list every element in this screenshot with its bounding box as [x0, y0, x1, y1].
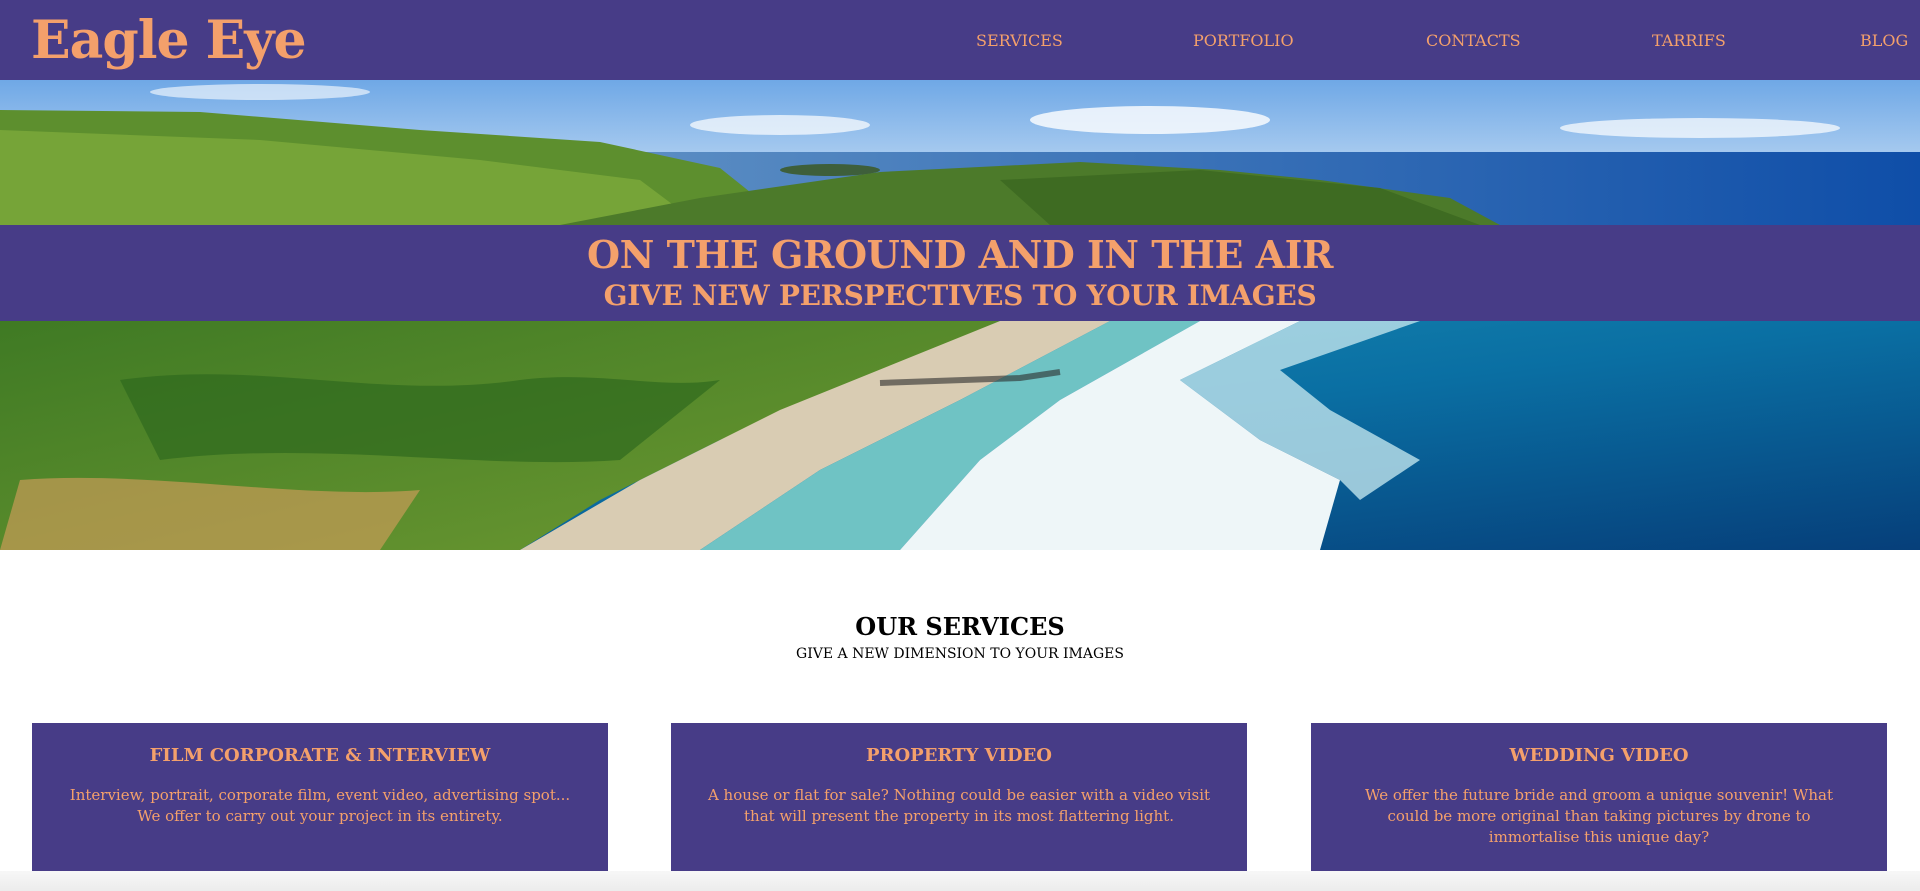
nav-link-blog[interactable]: BLOG: [1860, 0, 1908, 80]
nav-link-contacts[interactable]: CONTACTS: [1426, 0, 1521, 80]
hero-subtitle: GIVE NEW PERSPECTIVES TO YOUR IMAGES: [603, 279, 1317, 312]
service-card-title: FILM CORPORATE & INTERVIEW: [149, 745, 491, 766]
site-header: Eagle Eye SERVICES PORTFOLIO CONTACTS TA…: [0, 0, 1920, 80]
service-card-property[interactable]: PROPERTY VIDEO A house or flat for sale?…: [671, 723, 1247, 871]
page-bottom-shadow: [0, 871, 1920, 891]
nav-link-services[interactable]: SERVICES: [976, 0, 1063, 80]
hero-title: ON THE GROUND AND IN THE AIR: [587, 232, 1333, 277]
service-card-corporate[interactable]: FILM CORPORATE & INTERVIEW Interview, po…: [32, 723, 608, 871]
services-subtitle: GIVE A NEW DIMENSION TO YOUR IMAGES: [796, 646, 1124, 662]
service-card-wedding[interactable]: WEDDING VIDEO We offer the future bride …: [1311, 723, 1887, 871]
service-card-text: A house or flat for sale? Nothing could …: [707, 786, 1211, 825]
services-title: OUR SERVICES: [855, 612, 1065, 641]
services-header: OUR SERVICES GIVE A NEW DIMENSION TO YOU…: [0, 611, 1920, 665]
service-card-text: Interview, portrait, corporate film, eve…: [69, 786, 571, 825]
hero-section: ON THE GROUND AND IN THE AIR GIVE NEW PE…: [0, 80, 1920, 550]
service-card-title: WEDDING VIDEO: [1509, 745, 1689, 766]
service-card-title: PROPERTY VIDEO: [866, 745, 1052, 766]
service-card-text: We offer the future bride and groom a un…: [1365, 786, 1833, 846]
hero-banner: ON THE GROUND AND IN THE AIR GIVE NEW PE…: [0, 225, 1920, 321]
site-logo[interactable]: Eagle Eye: [31, 9, 307, 73]
nav-link-portfolio[interactable]: PORTFOLIO: [1193, 0, 1294, 80]
nav-link-tarrifs[interactable]: TARRIFS: [1652, 0, 1726, 80]
